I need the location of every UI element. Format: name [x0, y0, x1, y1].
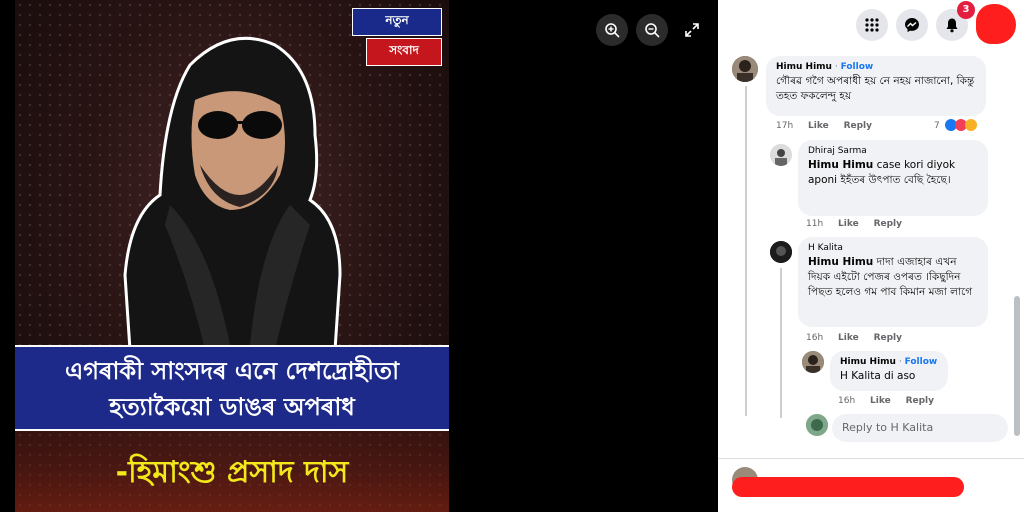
reply-button[interactable]: Reply [874, 333, 902, 343]
comment-bubble: H Kalita Himu Himu দাদা এজাহাৰ এখন দিয়ক… [798, 237, 988, 327]
comment-actions: 16h Like Reply [838, 396, 946, 406]
comment-bubble: Himu Himu · Follow H Kalita di aso [830, 351, 948, 391]
notification-badge: 3 [957, 1, 975, 19]
comments-panel: 3 Himu Himu · Follow গৌৰৱ গগৈ অপৰাধী হয়… [718, 0, 1024, 512]
person-photo [123, 36, 342, 350]
news-logo: নতুন সংবাদ [352, 8, 442, 66]
logo-bottom-text: সংবাদ [366, 38, 442, 66]
comment-time: 17h [776, 121, 794, 131]
logo-top-text: নতুন [352, 8, 442, 36]
comment-text: গৌৰৱ গগৈ অপৰাধী হয় নে নহয় নাজানো, কিন্… [776, 75, 975, 102]
comment-author-line: Himu Himu · Follow [776, 62, 874, 72]
reaction-count: 7 [934, 121, 940, 131]
comment-author[interactable]: Dhiraj Sarma [808, 146, 978, 156]
headline-line-1: এগৰাকী সাংসদৰ এনে দেশদ্ৰোহীতা [64, 357, 400, 385]
user-avatar-icon [770, 144, 792, 166]
profile-avatar-redacted[interactable] [976, 4, 1016, 44]
menu-button[interactable] [856, 9, 888, 41]
fullscreen-icon [685, 23, 699, 37]
reply-button[interactable]: Reply [906, 396, 934, 406]
comment-time: 16h [806, 333, 824, 343]
headline-banner: এগৰাকী সাংসদৰ এনে দেশদ্ৰোহীতা হত্যাকৈয়ো… [15, 345, 449, 431]
messenger-icon [905, 18, 919, 32]
notifications-icon [946, 18, 958, 33]
comment-time: 16h [838, 396, 856, 406]
menu-grid-icon [865, 18, 879, 32]
poster-author: -হিমাংশু প্ৰসাদ দাস [115, 455, 349, 490]
zoom-in-button[interactable] [596, 14, 628, 46]
comment-composer [718, 458, 1024, 512]
headline-line-2: হত্যাকৈয়ো ডাঙৰ অপৰাধ [109, 393, 355, 421]
reply-button[interactable]: Reply [874, 219, 902, 229]
comment-actions: 11h Like Reply [806, 219, 914, 229]
comment-actions: 16h Like Reply [806, 333, 914, 343]
comment-actions: 17h Like Reply [776, 121, 884, 131]
top-bar: 3 [718, 0, 1024, 52]
comment-text-block: H Kalita di aso [840, 369, 938, 384]
scrollbar[interactable] [1014, 296, 1020, 436]
user-avatar-icon [770, 241, 792, 263]
avatar[interactable] [770, 144, 792, 166]
photo-viewer: নতুন সংবাদ এগৰাকী সাংসদৰ এনে দেশদ্ৰোহীতা… [0, 0, 718, 512]
zoom-out-icon [645, 23, 660, 38]
comment-mention[interactable]: Himu Himu [808, 159, 873, 171]
comment-author[interactable]: H Kalita [808, 243, 978, 253]
comment-text-block: Himu Himu দাদা এজাহাৰ এখন দিয়ক এইটো পেজ… [808, 255, 978, 300]
like-button[interactable]: Like [808, 121, 829, 131]
reply-button[interactable]: Reply [844, 121, 872, 131]
avatar[interactable] [732, 56, 758, 82]
comment-mention[interactable]: Himu Himu [808, 256, 873, 268]
comment-author[interactable]: Himu Himu [840, 357, 896, 367]
post-image: নতুন সংবাদ এগৰাকী সাংসদৰ এনে দেশদ্ৰোহীতা… [15, 0, 449, 512]
user-avatar-icon [732, 56, 758, 82]
comment-bubble: Himu Himu · Follow গৌৰৱ গগৈ অপৰাধী হয় ন… [766, 56, 986, 116]
like-button[interactable]: Like [838, 333, 859, 343]
fullscreen-button[interactable] [676, 14, 708, 46]
comment-time: 11h [806, 219, 824, 229]
comment-author-line: Himu Himu · Follow [840, 357, 938, 367]
user-avatar-icon [806, 414, 828, 436]
comment-text: di aso [884, 370, 916, 382]
zoom-in-icon [605, 23, 620, 38]
reply-input[interactable]: Reply to H Kalita [832, 414, 1008, 442]
like-button[interactable]: Like [870, 396, 891, 406]
zoom-out-button[interactable] [636, 14, 668, 46]
user-avatar-icon [802, 351, 824, 373]
messenger-button[interactable] [896, 9, 928, 41]
comment-text-block: Himu Himu case kori diyok aponi ইহঁতৰ উৎ… [808, 158, 978, 188]
like-button[interactable]: Like [838, 219, 859, 229]
comment-author[interactable]: Himu Himu [776, 62, 832, 72]
current-user-avatar [806, 414, 828, 436]
follow-button[interactable]: Follow [905, 357, 938, 367]
redacted-composer[interactable] [732, 477, 964, 497]
reaction-icons [945, 119, 977, 131]
follow-button[interactable]: Follow [841, 62, 874, 72]
thread-line [780, 268, 782, 418]
avatar[interactable] [770, 241, 792, 263]
comment-mention[interactable]: H Kalita [840, 370, 881, 382]
thread-line [745, 86, 747, 416]
comment-bubble: Dhiraj Sarma Himu Himu case kori diyok a… [798, 140, 988, 216]
avatar[interactable] [802, 351, 824, 373]
reaction-summary[interactable]: 7 [934, 121, 942, 131]
